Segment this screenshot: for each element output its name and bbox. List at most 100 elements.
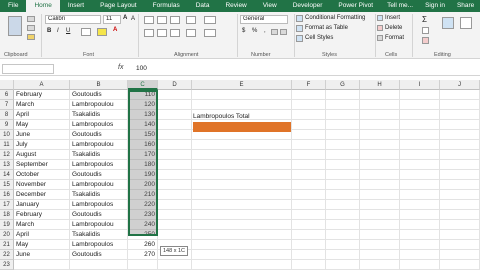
grid-cell[interactable] bbox=[292, 90, 326, 100]
grid-cell[interactable] bbox=[440, 180, 480, 190]
row-header[interactable]: 16 bbox=[0, 190, 14, 200]
grid-cell[interactable]: 150 bbox=[128, 130, 158, 140]
number-format-dropdown[interactable]: General bbox=[240, 15, 288, 24]
grid-cell[interactable] bbox=[360, 140, 400, 150]
grid-cell[interactable] bbox=[440, 120, 480, 130]
grid-cell[interactable]: February bbox=[14, 210, 70, 220]
tab-insert[interactable]: Insert bbox=[60, 0, 92, 12]
grid-cell[interactable]: Goutoudis bbox=[70, 250, 128, 260]
grid-cell[interactable] bbox=[14, 260, 70, 270]
grid-cell[interactable]: February bbox=[14, 90, 70, 100]
grid-cell[interactable]: 110 bbox=[128, 90, 158, 100]
grid-cell[interactable]: September bbox=[14, 160, 70, 170]
column-header-f[interactable]: F bbox=[292, 80, 326, 90]
wrap-text-icon[interactable] bbox=[204, 16, 216, 24]
grid-cell[interactable]: October bbox=[14, 170, 70, 180]
merge-center-icon[interactable] bbox=[204, 29, 216, 37]
row-header[interactable]: 10 bbox=[0, 130, 14, 140]
indent-icon[interactable] bbox=[186, 29, 196, 37]
column-header-d[interactable]: D bbox=[158, 80, 192, 90]
grid-cell[interactable] bbox=[400, 180, 440, 190]
format-painter-icon[interactable] bbox=[27, 34, 35, 40]
cell-styles-button[interactable]: Cell Styles bbox=[305, 35, 333, 41]
grid-cell[interactable] bbox=[158, 90, 192, 100]
shrink-font-icon[interactable]: A bbox=[131, 16, 135, 22]
grid-cell[interactable] bbox=[440, 250, 480, 260]
grid-cell[interactable] bbox=[158, 260, 192, 270]
grid-cell[interactable] bbox=[400, 100, 440, 110]
grid-cell[interactable]: Tsakalidis bbox=[70, 110, 128, 120]
grid-cell[interactable]: March bbox=[14, 100, 70, 110]
grid-cell[interactable] bbox=[158, 130, 192, 140]
copy-icon[interactable] bbox=[27, 25, 35, 31]
grid-cell[interactable] bbox=[400, 190, 440, 200]
bold-button[interactable]: B bbox=[47, 28, 51, 34]
grid-cell[interactable] bbox=[326, 180, 360, 190]
row-header[interactable]: 13 bbox=[0, 160, 14, 170]
font-color-icon[interactable]: A bbox=[113, 27, 117, 33]
align-top-icon[interactable] bbox=[144, 16, 154, 24]
grid-cell[interactable] bbox=[360, 110, 400, 120]
grid-cell[interactable] bbox=[360, 260, 400, 270]
row-header[interactable]: 12 bbox=[0, 150, 14, 160]
column-header-g[interactable]: G bbox=[326, 80, 360, 90]
grid-cell[interactable] bbox=[192, 250, 292, 260]
grid-cell[interactable]: 210 bbox=[128, 190, 158, 200]
grid-cell[interactable] bbox=[292, 150, 326, 160]
row-header[interactable]: 21 bbox=[0, 240, 14, 250]
grid-cell[interactable]: 240 bbox=[128, 220, 158, 230]
grid-cell[interactable] bbox=[292, 130, 326, 140]
grid-cell[interactable] bbox=[440, 150, 480, 160]
grid-cell[interactable] bbox=[326, 210, 360, 220]
grid-cell[interactable] bbox=[440, 200, 480, 210]
grid-cell[interactable] bbox=[192, 160, 292, 170]
grid-cell[interactable] bbox=[440, 170, 480, 180]
grid-cell[interactable] bbox=[158, 100, 192, 110]
grid-cell[interactable]: Goutoudis bbox=[70, 90, 128, 100]
grid-cell[interactable] bbox=[70, 260, 128, 270]
grid-cell[interactable]: January bbox=[14, 200, 70, 210]
increase-decimal-icon[interactable] bbox=[271, 29, 278, 35]
currency-icon[interactable]: $ bbox=[242, 28, 245, 34]
row-header[interactable]: 23 bbox=[0, 260, 14, 270]
grid-cell[interactable] bbox=[400, 170, 440, 180]
grid-cell[interactable]: May bbox=[14, 120, 70, 130]
column-header-a[interactable]: A bbox=[14, 80, 70, 90]
grid-cell[interactable] bbox=[192, 140, 292, 150]
grid-cell[interactable]: Lambropoulos bbox=[70, 160, 128, 170]
grid-cell[interactable] bbox=[360, 150, 400, 160]
grid-cell[interactable] bbox=[326, 150, 360, 160]
tab-review[interactable]: Review bbox=[217, 0, 254, 12]
orientation-icon[interactable] bbox=[186, 16, 196, 24]
grid-cell[interactable] bbox=[158, 190, 192, 200]
grid-cell[interactable] bbox=[400, 130, 440, 140]
grid-cell[interactable]: Lambropoulos bbox=[70, 120, 128, 130]
column-header-h[interactable]: H bbox=[360, 80, 400, 90]
grid-cell[interactable]: 220 bbox=[128, 200, 158, 210]
tab-home[interactable]: Home bbox=[26, 0, 60, 12]
grid-cell[interactable]: June bbox=[14, 250, 70, 260]
grid-cell[interactable] bbox=[360, 230, 400, 240]
grid-cell[interactable]: 190 bbox=[128, 170, 158, 180]
grid-cell[interactable]: June bbox=[14, 130, 70, 140]
fill-color-icon[interactable] bbox=[97, 28, 107, 36]
grid-cell[interactable] bbox=[400, 260, 440, 270]
decrease-decimal-icon[interactable] bbox=[280, 29, 287, 35]
grid-cell[interactable] bbox=[292, 210, 326, 220]
grid-cell[interactable] bbox=[292, 220, 326, 230]
grid-cell[interactable] bbox=[292, 190, 326, 200]
grid-cell[interactable]: 230 bbox=[128, 210, 158, 220]
grid-cell[interactable] bbox=[192, 150, 292, 160]
grid-cell[interactable] bbox=[360, 250, 400, 260]
grid-cell[interactable] bbox=[440, 210, 480, 220]
grid-cell[interactable]: Lambropoulou bbox=[70, 140, 128, 150]
grid-cell[interactable] bbox=[292, 120, 326, 130]
grid-cell[interactable]: 170 bbox=[128, 150, 158, 160]
grid-cell[interactable] bbox=[158, 120, 192, 130]
grid-cell[interactable] bbox=[192, 220, 292, 230]
share-button[interactable]: Share bbox=[451, 0, 480, 12]
grid-cell[interactable] bbox=[440, 230, 480, 240]
row-header[interactable]: 15 bbox=[0, 180, 14, 190]
grid-cell[interactable] bbox=[400, 240, 440, 250]
grid-cell[interactable]: April bbox=[14, 110, 70, 120]
